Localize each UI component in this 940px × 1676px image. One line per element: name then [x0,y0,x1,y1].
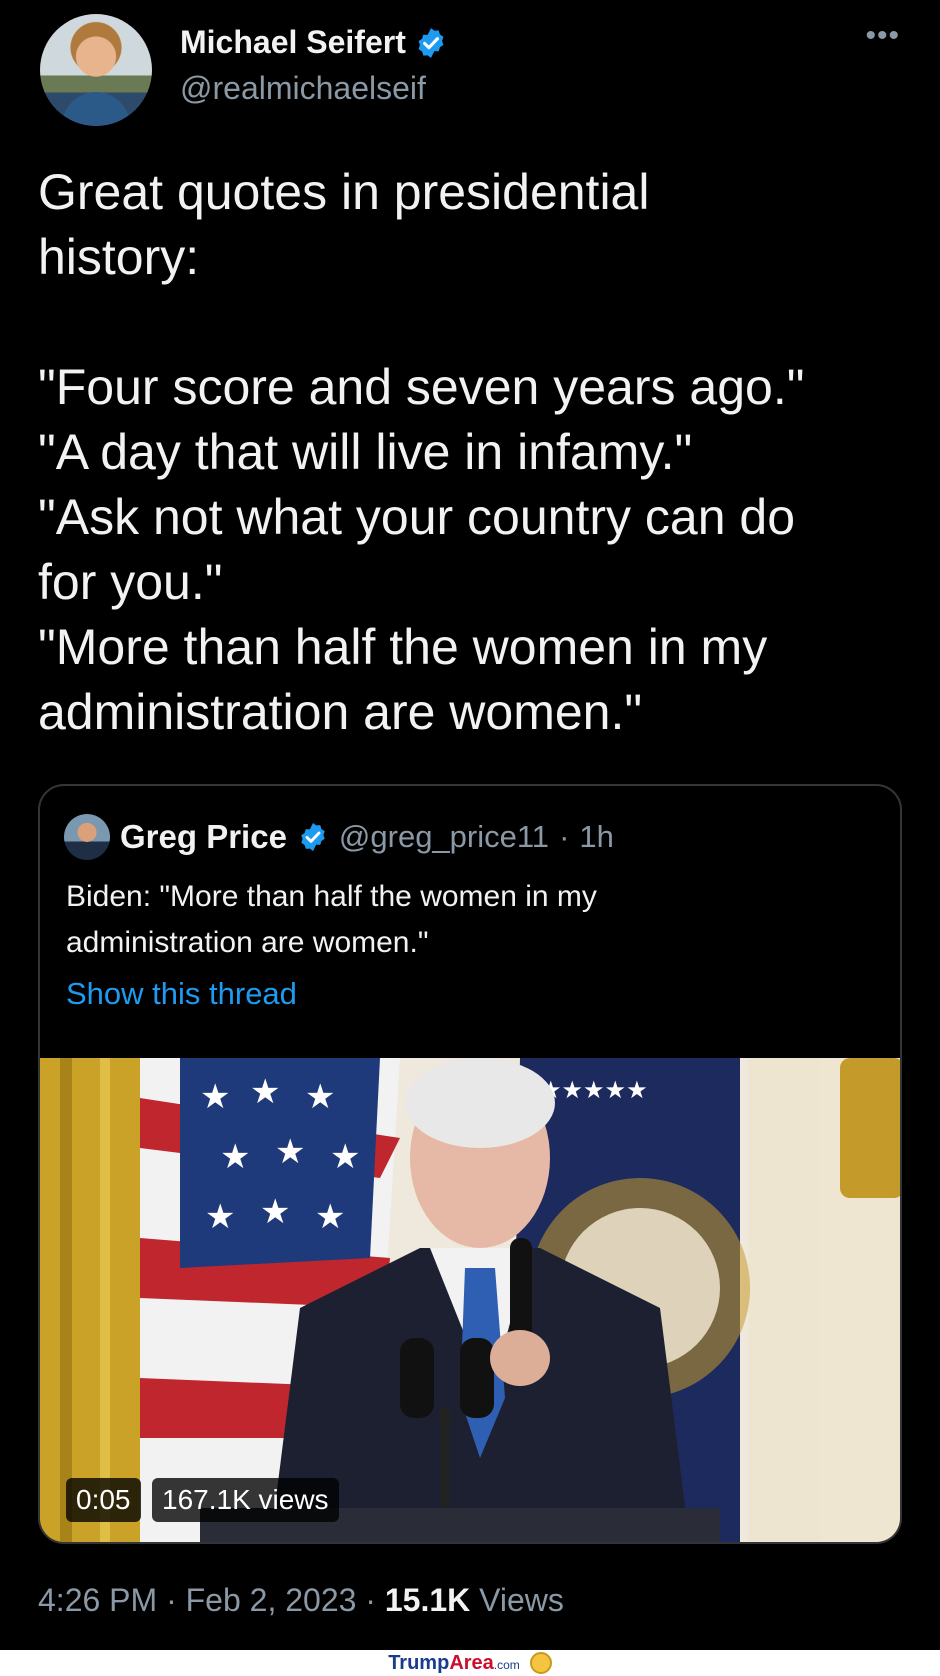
svg-text:★: ★ [250,1073,280,1111]
separator-dot: · [365,1582,376,1618]
svg-text:★: ★ [330,1138,360,1176]
video-views: 167.1K views [152,1478,339,1522]
tweet-text: Great quotes in presidential history: "F… [38,160,908,745]
svg-text:★: ★ [205,1198,235,1236]
svg-text:★: ★ [200,1078,230,1116]
quoted-author-display-name[interactable]: Greg Price [120,818,287,856]
svg-text:★: ★ [260,1193,290,1231]
show-thread-link[interactable]: Show this thread [66,976,297,1012]
video-duration: 0:05 [66,1478,141,1522]
separator-dot: · [559,819,570,854]
brand-part1: Trump [388,1651,450,1674]
tweet-date[interactable]: Feb 2, 2023 [186,1582,357,1618]
view-count[interactable]: 15.1K [385,1582,470,1618]
watermark-brand: TrumpArea.com [388,1652,520,1675]
author-avatar[interactable] [40,14,152,126]
quoted-tweet[interactable]: Greg Price @greg_price11 · 1h Biden: "Mo… [38,784,902,1544]
tweet-time[interactable]: 4:26 PM [38,1582,157,1618]
svg-text:★: ★ [275,1133,305,1171]
author-display-name[interactable]: Michael Seifert [180,24,406,61]
tweet-meta: 4:26 PM · Feb 2, 2023 · 15.1K Views [38,1582,564,1619]
tweet-header: Michael Seifert @realmichaelseif ••• [40,14,900,126]
video-player[interactable]: ★ ★ ★ ★ ★ ★ ★ ★ ★ ★★★★★ 0:05 167.1K views [40,1058,900,1542]
brand-suffix: .com [493,1657,520,1672]
svg-text:★★★★★: ★★★★★ [540,1077,648,1104]
tweet-paragraph: Great quotes in presidential history: [38,164,650,285]
quoted-author-handle[interactable]: @greg_price11 [339,819,549,855]
quoted-tweet-header: Greg Price @greg_price11 · 1h [64,814,614,860]
quoted-author-avatar[interactable] [64,814,110,860]
watermark-footer: TrumpArea.com [0,1650,940,1676]
trump-face-icon [529,1652,552,1674]
svg-text:★: ★ [315,1198,345,1236]
author-name-line: Michael Seifert [180,24,448,61]
svg-text:★: ★ [220,1138,250,1176]
author-handle[interactable]: @realmichaelseif [180,70,426,107]
quoted-tweet-time[interactable]: 1h [579,819,613,855]
video-frame: ★ ★ ★ ★ ★ ★ ★ ★ ★ ★★★★★ [40,1058,900,1542]
verified-badge-icon [418,27,444,58]
ellipsis-icon[interactable]: ••• [865,21,900,51]
svg-text:★: ★ [305,1078,335,1116]
brand-part2: Area [449,1651,494,1674]
separator-dot: · [166,1582,177,1618]
verified-badge-icon [301,823,325,851]
tweet-paragraph: "Four score and seven years ago." "A day… [38,359,805,740]
views-label: Views [479,1582,564,1618]
quoted-tweet-text: Biden: "More than half the women in my a… [66,880,597,959]
